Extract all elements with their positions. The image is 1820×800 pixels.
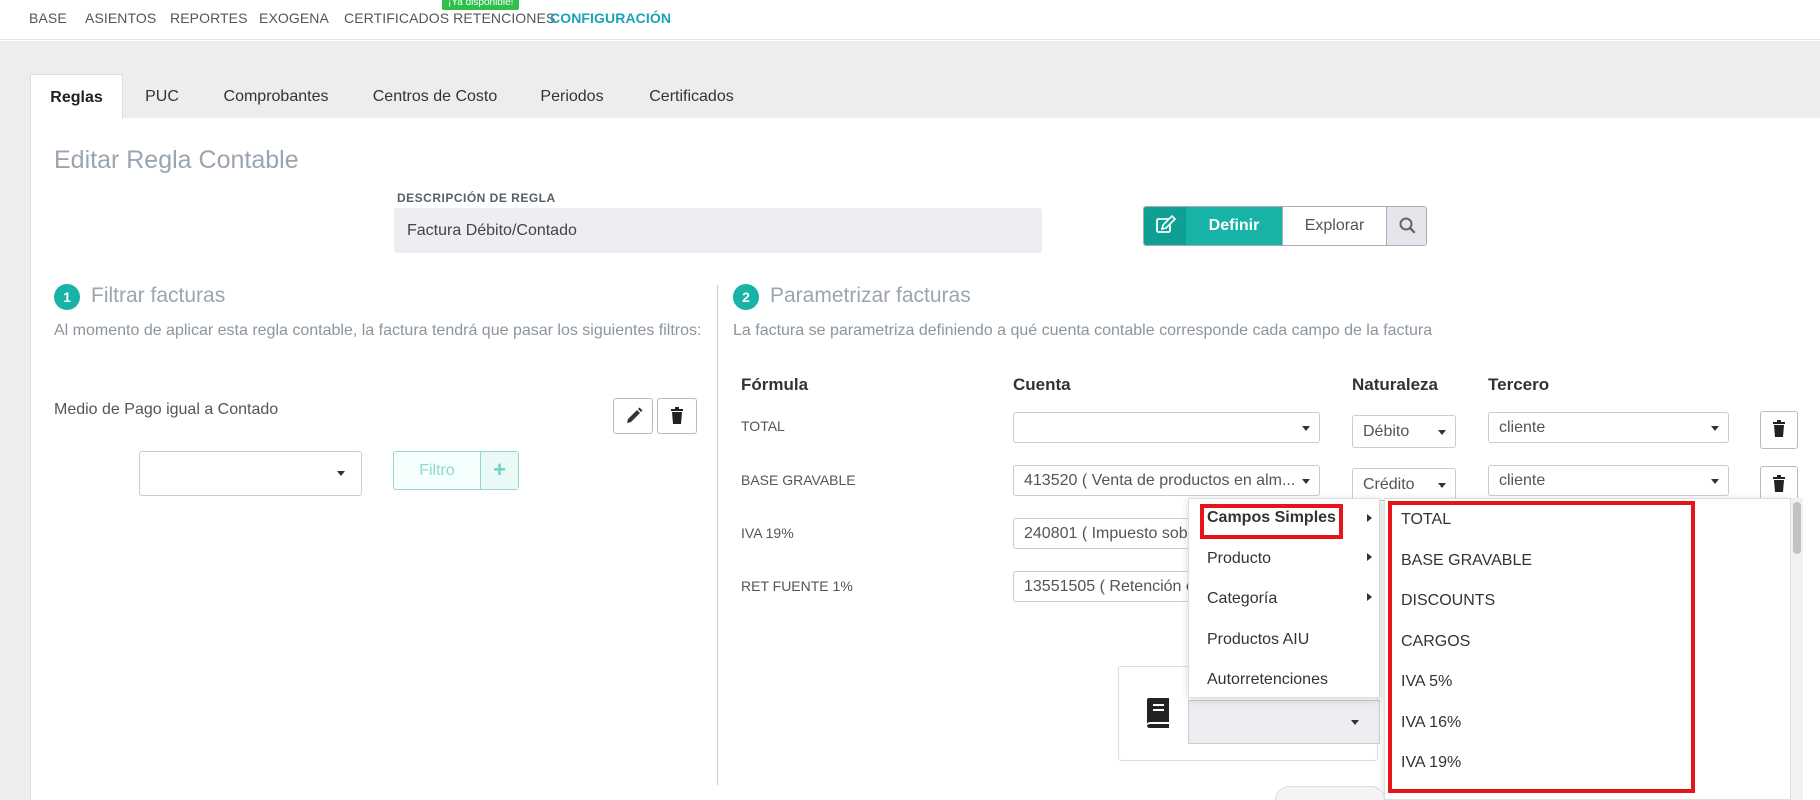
tab-comprobantes[interactable]: Comprobantes (220, 74, 332, 119)
chevron-down-icon (1711, 478, 1719, 484)
category-menu: Campos Simples Producto Categoría Produc… (1188, 498, 1380, 698)
step-2-number: 2 (733, 284, 759, 310)
description-label: DESCRIPCIÓN DE REGLA (397, 191, 556, 205)
step-2-title: Parametrizar facturas (770, 284, 971, 307)
chevron-right-icon (1367, 553, 1372, 561)
header-cuenta: Cuenta (1013, 375, 1071, 394)
filter-select[interactable] (139, 451, 362, 496)
scrollbar-thumb[interactable] (1793, 502, 1801, 554)
step-1-description: Al momento de aplicar esta regla contabl… (54, 322, 702, 339)
formula-label: RET FUENTE 1% (741, 578, 853, 594)
nav-item-certificados[interactable]: CERTIFICADOS RETENCIONES (344, 10, 555, 26)
nav-item-asientos[interactable]: ASIENTOS (85, 10, 156, 26)
tercero-select[interactable]: cliente (1488, 465, 1729, 496)
chevron-right-icon (1367, 593, 1372, 601)
cuenta-select[interactable]: 240801 ( Impuesto sob (1013, 518, 1193, 549)
menu-item-producto[interactable]: Producto (1207, 550, 1271, 568)
cuenta-select[interactable] (1013, 412, 1320, 443)
nav-item-configuracion[interactable]: CONFIGURACIÓN (550, 10, 671, 26)
cuenta-value: 413520 ( Venta de productos en alm... (1024, 472, 1296, 489)
options-scrollbar[interactable] (1791, 498, 1803, 800)
tercero-value: cliente (1499, 472, 1546, 489)
explore-button[interactable]: Explorar (1282, 207, 1386, 245)
naturaleza-select[interactable]: Crédito (1352, 468, 1456, 501)
tercero-select[interactable]: cliente (1488, 412, 1729, 443)
cuenta-value: 13551505 ( Retención e (1024, 578, 1193, 595)
formula-label: IVA 19% (741, 525, 794, 541)
section-divider (717, 285, 718, 785)
option-total[interactable]: TOTAL (1401, 511, 1451, 529)
plus-icon: + (480, 452, 518, 489)
delete-filter-button[interactable] (657, 398, 697, 434)
chevron-down-icon (1302, 478, 1310, 484)
naturaleza-value: Débito (1363, 423, 1410, 440)
option-iva-16[interactable]: IVA 16% (1401, 714, 1461, 732)
step-1-title: Filtrar facturas (91, 284, 226, 307)
filter-button-label: Filtro (419, 462, 455, 479)
header-formula: Fórmula (741, 375, 809, 394)
search-icon[interactable] (1386, 207, 1426, 245)
tab-periodos[interactable]: Periodos (537, 74, 607, 119)
header-tercero: Tercero (1488, 375, 1550, 394)
chevron-down-icon (337, 471, 345, 476)
step-2-description: La factura se parametriza definiendo a q… (733, 322, 1433, 339)
naturaleza-value: Crédito (1363, 476, 1415, 493)
nav-item-base[interactable]: BASE (29, 10, 67, 26)
cuenta-select[interactable]: 413520 ( Venta de productos en alm... (1013, 465, 1320, 496)
chevron-down-icon (1438, 429, 1446, 435)
chevron-down-icon (1351, 720, 1359, 725)
tercero-value: cliente (1499, 419, 1546, 436)
menu-item-autorretenciones[interactable]: Autorretenciones (1207, 671, 1328, 689)
header-naturaleza: Naturaleza (1352, 375, 1438, 394)
top-nav: BASE ASIENTOS REPORTES EXOGENA CERTIFICA… (0, 0, 1820, 40)
define-button[interactable]: Definir (1186, 207, 1282, 245)
nav-item-exogena[interactable]: EXOGENA (259, 10, 329, 26)
naturaleza-select[interactable]: Débito (1352, 415, 1456, 448)
option-discounts[interactable]: DISCOUNTS (1401, 592, 1495, 610)
tab-certificados[interactable]: Certificados (645, 74, 738, 119)
formula-label: TOTAL (741, 418, 785, 434)
pencil-icon (627, 407, 643, 423)
menu-item-campos-simples[interactable]: Campos Simples (1207, 509, 1336, 527)
menu-item-productos-aiu[interactable]: Productos AIU (1207, 631, 1309, 649)
filter-text: Medio de Pago igual a Contado (54, 401, 279, 418)
option-base-gravable[interactable]: BASE GRAVABLE (1401, 552, 1532, 570)
formula-label: BASE GRAVABLE (741, 472, 856, 488)
nav-item-reportes[interactable]: REPORTES (170, 10, 248, 26)
cuenta-value: 240801 ( Impuesto sob (1024, 525, 1188, 542)
new-badge: ¡Ya disponible! (442, 0, 520, 10)
trash-icon (1773, 420, 1785, 437)
delete-row-button[interactable] (1760, 411, 1798, 449)
formula-select[interactable] (1188, 700, 1380, 744)
field-options-menu: TOTAL BASE GRAVABLE DISCOUNTS CARGOS IVA… (1384, 498, 1791, 800)
tab-puc[interactable]: PUC (138, 74, 186, 119)
trash-icon (671, 407, 683, 424)
chevron-down-icon (1711, 425, 1719, 431)
cuenta-select[interactable]: 13551505 ( Retención e (1013, 571, 1193, 602)
description-input[interactable] (394, 208, 1042, 253)
menu-item-categoria[interactable]: Categoría (1207, 590, 1277, 608)
bottom-widget[interactable] (1275, 786, 1385, 800)
step-1-number: 1 (54, 284, 80, 310)
option-cargos[interactable]: CARGOS (1401, 633, 1470, 651)
chevron-down-icon (1302, 425, 1310, 431)
option-iva-19[interactable]: IVA 19% (1401, 754, 1461, 772)
chevron-down-icon (1438, 482, 1446, 488)
add-filter-button[interactable]: Filtro + (393, 451, 519, 490)
tab-reglas[interactable]: Reglas (30, 74, 123, 119)
page-title: Editar Regla Contable (54, 146, 299, 174)
book-icon (1147, 698, 1169, 728)
edit-filter-button[interactable] (613, 398, 653, 434)
tab-centros-de-costo[interactable]: Centros de Costo (370, 74, 500, 119)
chevron-right-icon (1367, 514, 1372, 522)
mode-toggle: Definir Explorar (1143, 206, 1427, 246)
edit-icon[interactable] (1144, 207, 1186, 245)
option-iva-5[interactable]: IVA 5% (1401, 673, 1452, 691)
